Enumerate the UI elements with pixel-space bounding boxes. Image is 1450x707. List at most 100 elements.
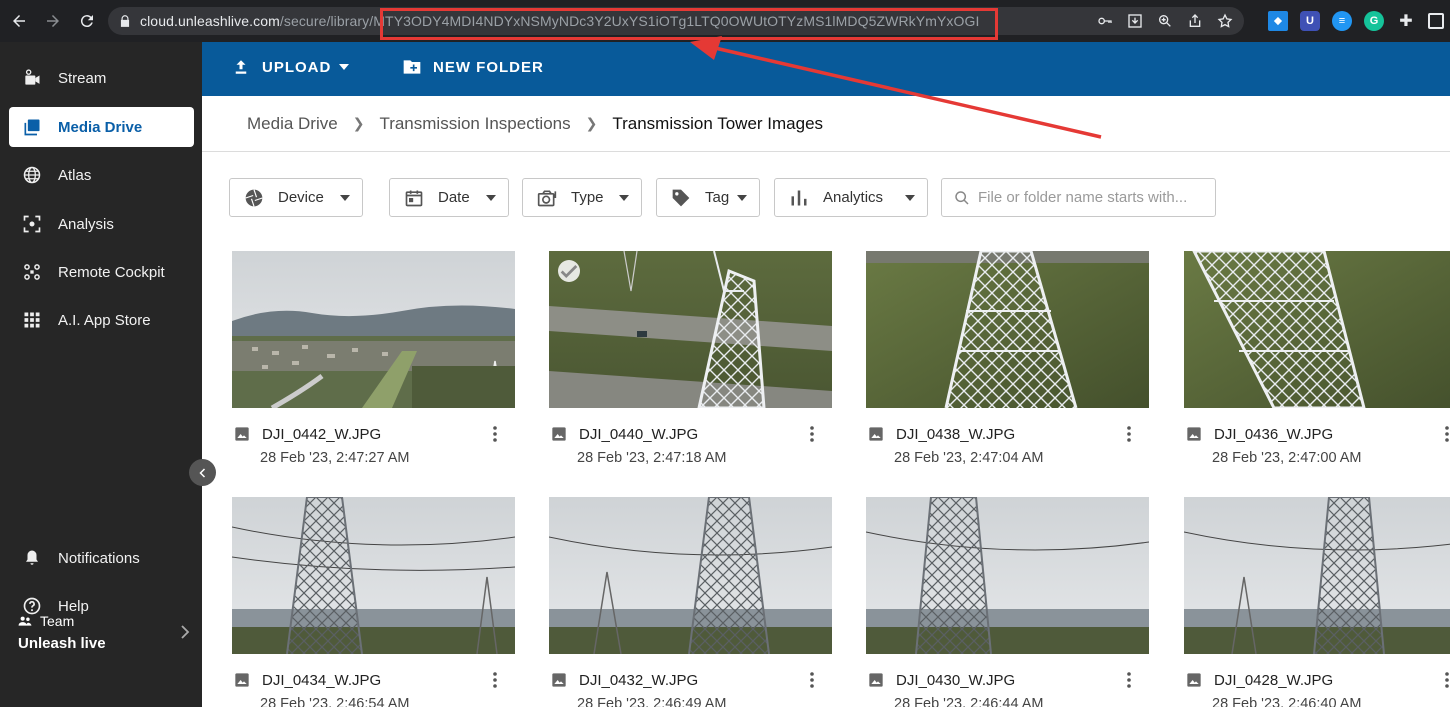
remote-cockpit-icon [22, 262, 42, 282]
url-path: /secure/library/ [279, 13, 374, 29]
more-vert-icon[interactable] [485, 424, 505, 444]
collapse-sidebar-button[interactable] [189, 459, 216, 486]
file-name: DJI_0434_W.JPG [262, 671, 382, 689]
sidebar-item-label: Atlas [58, 166, 92, 184]
url-host: cloud.unleashlive.com [140, 13, 280, 29]
more-vert-icon[interactable] [802, 670, 822, 690]
file-card[interactable]: DJI_0438_W.JPG 28 Feb '23, 2:47:04 AM [866, 251, 1149, 466]
file-thumbnail[interactable] [1184, 497, 1450, 654]
sidebar-item-media-drive[interactable]: Media Drive [9, 107, 194, 147]
extensions-puzzle-icon[interactable]: ✚ [1396, 11, 1416, 31]
search-input[interactable] [978, 189, 1208, 206]
sidebar-item-ai-app-store[interactable]: A.I. App Store [9, 300, 194, 340]
more-vert-icon[interactable] [1119, 670, 1139, 690]
chevron-right-icon [181, 625, 190, 639]
reload-button[interactable] [72, 6, 102, 36]
new-folder-label: NEW FOLDER [433, 58, 544, 76]
sidebar-item-label: A.I. App Store [58, 311, 151, 329]
filter-analytics[interactable]: Analytics [774, 178, 928, 217]
arrow-right-icon [47, 15, 59, 27]
extension-pin-icon[interactable]: ⬥ [1268, 11, 1288, 31]
forward-button[interactable] [38, 6, 68, 36]
file-card[interactable]: DJI_0442_W.JPG 28 Feb '23, 2:47:27 AM [232, 251, 515, 466]
team-switcher[interactable]: Team Unleash live [18, 613, 106, 652]
image-file-icon [235, 673, 249, 687]
breadcrumb-transmission-inspections[interactable]: Transmission Inspections [379, 114, 570, 134]
file-thumbnail[interactable] [549, 497, 832, 654]
caret-down-icon [339, 64, 350, 70]
filter-date[interactable]: Date [389, 178, 509, 217]
file-date: 28 Feb '23, 2:47:27 AM [260, 450, 410, 466]
filter-tag[interactable]: Tag [656, 178, 760, 217]
filter-analytics-label: Analytics [823, 189, 884, 206]
share-icon[interactable] [1186, 12, 1204, 30]
new-folder-button[interactable]: NEW FOLDER [402, 58, 544, 76]
file-card[interactable]: DJI_0440_W.JPG 28 Feb '23, 2:47:18 AM [549, 251, 832, 466]
sidebar-item-stream[interactable]: Stream [9, 58, 194, 98]
search-field[interactable] [941, 178, 1216, 217]
team-name: Unleash live [18, 635, 106, 652]
extension-shield-icon[interactable]: U [1300, 11, 1320, 31]
filter-type[interactable]: Type [522, 178, 642, 217]
filter-type-label: Type [571, 189, 604, 206]
image-file-icon [1187, 427, 1201, 441]
file-card[interactable]: DJI_0428_W.JPG 28 Feb '23, 2:46:40 AM [1184, 497, 1450, 707]
chevron-right-icon: ❯ [352, 115, 365, 131]
extension-grammarly-icon[interactable]: G [1364, 11, 1384, 31]
filter-device[interactable]: Device [229, 178, 363, 217]
sidebar-item-label: Notifications [58, 549, 140, 567]
file-card[interactable]: DJI_0434_W.JPG 28 Feb '23, 2:46:54 AM [232, 497, 515, 707]
more-vert-icon[interactable] [1437, 424, 1450, 444]
file-date: 28 Feb '23, 2:47:00 AM [1212, 450, 1362, 466]
zoom-icon[interactable] [1156, 12, 1174, 30]
tower-sky-image [549, 497, 832, 654]
back-button[interactable] [4, 6, 34, 36]
grid-icon [22, 310, 42, 330]
new-folder-icon [403, 60, 421, 74]
tower-topdown-image [1184, 251, 1450, 408]
sidebar-item-notifications[interactable]: Notifications [9, 538, 194, 578]
file-name: DJI_0440_W.JPG [579, 425, 699, 443]
image-file-icon [552, 427, 566, 441]
caret-down-icon [737, 194, 747, 201]
file-thumbnail[interactable] [866, 497, 1149, 654]
tower-sky-image [1184, 497, 1450, 654]
more-vert-icon[interactable] [1437, 670, 1450, 690]
tower-road-image [549, 251, 832, 408]
file-card[interactable]: DJI_0432_W.JPG 28 Feb '23, 2:46:49 AM [549, 497, 832, 707]
side-panel-icon[interactable] [1428, 13, 1444, 29]
file-thumbnail[interactable] [1184, 251, 1450, 408]
image-file-icon [869, 427, 883, 441]
key-icon[interactable] [1096, 12, 1114, 30]
file-thumbnail[interactable] [232, 251, 515, 408]
more-vert-icon[interactable] [802, 424, 822, 444]
breadcrumb-media-drive[interactable]: Media Drive [247, 114, 338, 134]
selected-check-icon[interactable] [558, 260, 580, 282]
breadcrumb-current: Transmission Tower Images [612, 113, 824, 133]
chevron-left-icon [198, 467, 205, 478]
upload-button[interactable]: UPLOAD [232, 58, 350, 76]
caret-down-icon [619, 194, 629, 201]
install-icon[interactable] [1126, 12, 1144, 30]
file-thumbnail[interactable] [232, 497, 515, 654]
extension-doc-icon[interactable]: ≡ [1332, 11, 1352, 31]
analysis-icon [22, 214, 42, 234]
file-date: 28 Feb '23, 2:46:49 AM [577, 696, 727, 707]
stream-icon [22, 68, 42, 88]
image-file-icon [552, 673, 566, 687]
more-vert-icon[interactable] [485, 670, 505, 690]
arrow-left-icon [13, 15, 25, 27]
sidebar-item-atlas[interactable]: Atlas [9, 155, 194, 195]
tag-icon [671, 188, 691, 208]
tower-topdown-image [866, 251, 1149, 408]
sidebar-item-analysis[interactable]: Analysis [9, 204, 194, 244]
bookmark-star-icon[interactable] [1216, 12, 1234, 30]
file-thumbnail[interactable] [866, 251, 1149, 408]
sidebar-item-remote-cockpit[interactable]: Remote Cockpit [9, 252, 194, 292]
lock-icon [120, 15, 130, 27]
more-vert-icon[interactable] [1119, 424, 1139, 444]
file-thumbnail[interactable] [549, 251, 832, 408]
file-card[interactable]: DJI_0436_W.JPG 28 Feb '23, 2:47:00 AM [1184, 251, 1450, 466]
file-card[interactable]: DJI_0430_W.JPG 28 Feb '23, 2:46:44 AM [866, 497, 1149, 707]
search-icon [955, 190, 969, 205]
